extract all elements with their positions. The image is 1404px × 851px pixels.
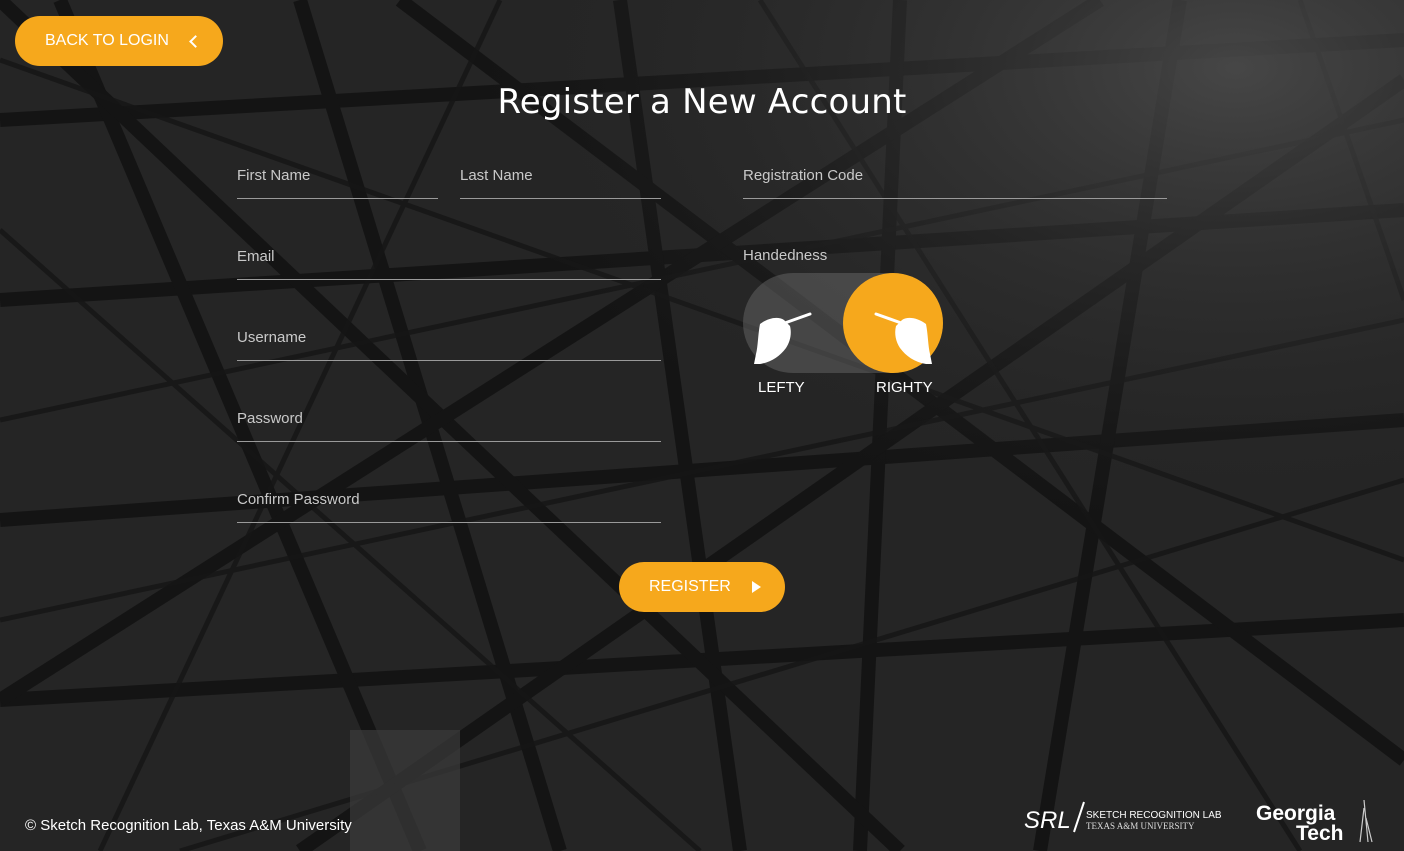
copyright-text: © Sketch Recognition Lab, Texas A&M Univ…	[25, 817, 352, 834]
gt-line2: Tech	[1296, 822, 1343, 845]
righty-hand-icon[interactable]	[872, 310, 936, 370]
first-name-field[interactable]: First Name	[237, 158, 438, 199]
registration-code-label: Registration Code	[743, 167, 864, 184]
chevron-left-icon	[189, 34, 202, 48]
password-label: Password	[237, 410, 303, 427]
page-title: Register a New Account	[497, 82, 907, 122]
username-label: Username	[237, 329, 307, 346]
password-field[interactable]: Password	[237, 401, 661, 442]
lefty-label[interactable]: LEFTY	[758, 379, 805, 396]
srl-mark: SRL	[1024, 807, 1071, 834]
background-structure-image	[0, 0, 1404, 851]
georgia-tech-logo: Georgia Tech	[1256, 799, 1373, 845]
back-to-login-button[interactable]: BACK TO LOGIN	[15, 16, 223, 66]
handedness-label: Handedness	[743, 247, 828, 264]
srl-line2: TEXAS A&M UNIVERSITY	[1086, 821, 1195, 831]
email-field[interactable]: Email	[237, 239, 661, 280]
last-name-label: Last Name	[460, 167, 533, 184]
confirm-password-field[interactable]: Confirm Password	[237, 482, 661, 523]
register-button[interactable]: REGISTER	[619, 562, 785, 612]
register-label: REGISTER	[649, 578, 731, 595]
username-field[interactable]: Username	[237, 320, 661, 361]
srl-logo: SRL SKETCH RECOGNITION LAB TEXAS A&M UNI…	[1024, 801, 1222, 834]
confirm-password-label: Confirm Password	[237, 491, 360, 508]
registration-code-field[interactable]: Registration Code	[743, 158, 1167, 199]
righty-label[interactable]: RIGHTY	[876, 379, 933, 396]
play-icon	[751, 581, 761, 593]
lefty-hand-icon[interactable]	[750, 310, 814, 370]
srl-line1: SKETCH RECOGNITION LAB	[1086, 810, 1222, 821]
first-name-label: First Name	[237, 167, 311, 184]
last-name-field[interactable]: Last Name	[460, 158, 661, 199]
email-label: Email	[237, 248, 275, 265]
back-to-login-label: BACK TO LOGIN	[45, 32, 169, 49]
